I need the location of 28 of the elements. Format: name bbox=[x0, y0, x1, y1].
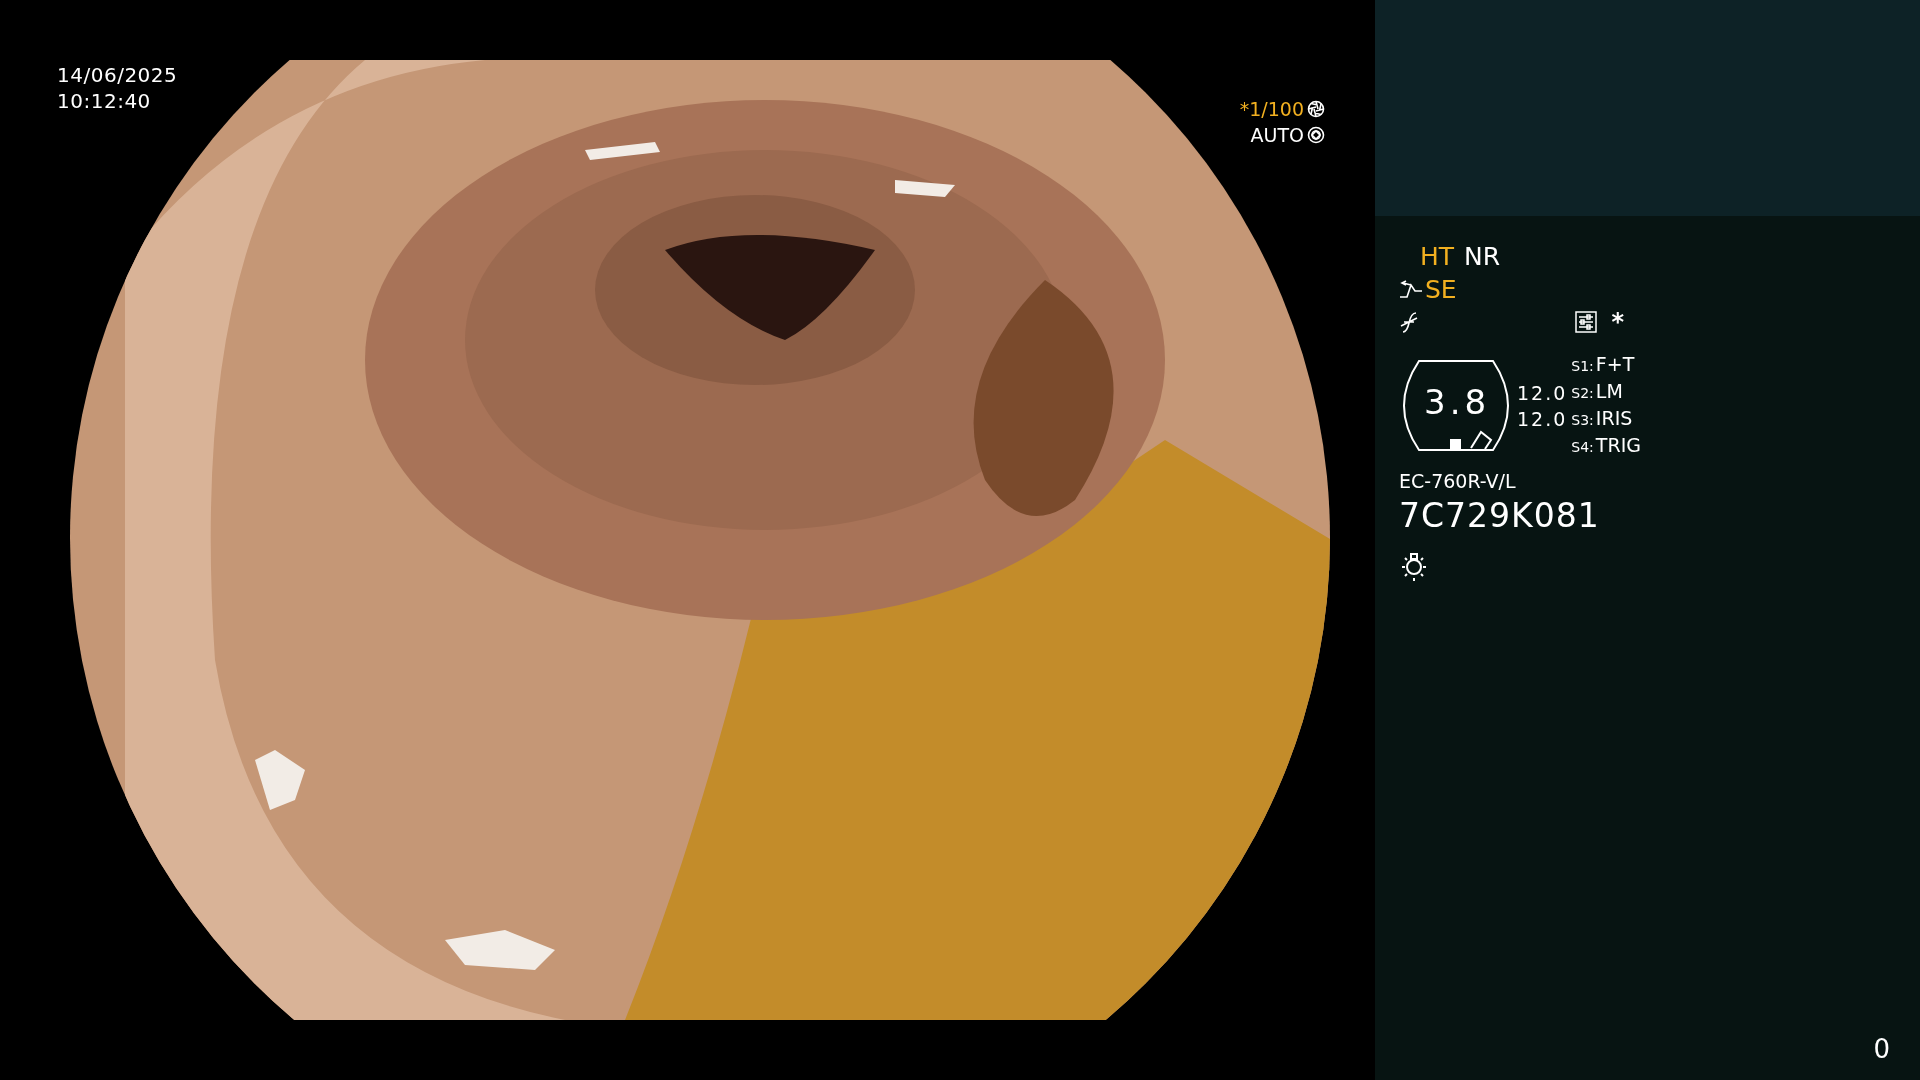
switch-function-text: TRIG bbox=[1595, 433, 1641, 458]
time-text: 10:12:40 bbox=[57, 88, 152, 114]
iris-icon bbox=[1307, 126, 1325, 144]
aperture-icon bbox=[1307, 100, 1325, 118]
gauge-reading-text: 3.8 bbox=[1424, 382, 1491, 422]
scope-model-text: EC-760R-V/L bbox=[1399, 470, 1517, 492]
serial-number-text: 7C729K081 bbox=[1399, 496, 1601, 535]
slashed-f-icon bbox=[1399, 311, 1419, 333]
switch-function-text: LM bbox=[1595, 379, 1623, 404]
switch-key-text: S3: bbox=[1571, 411, 1594, 430]
shutter-speed-text: *1/100 bbox=[1239, 98, 1304, 120]
counter-text: 0 bbox=[1873, 1034, 1890, 1064]
lamp-icon bbox=[1399, 551, 1429, 581]
switch-key-text: S4: bbox=[1571, 438, 1594, 457]
value-text: 12.0 bbox=[1517, 408, 1568, 430]
mode-label: NR bbox=[1464, 242, 1501, 271]
switch-function-text: F+T bbox=[1595, 352, 1635, 377]
sliders-icon bbox=[1575, 311, 1598, 333]
curve-arrow-icon bbox=[1399, 279, 1423, 300]
switch-key-text: S1: bbox=[1571, 357, 1594, 376]
iris-mode-text: AUTO bbox=[1250, 124, 1304, 146]
value-text: 12.0 bbox=[1517, 382, 1568, 404]
mode-label: SE bbox=[1425, 275, 1457, 304]
asterisk-text: * bbox=[1611, 308, 1624, 336]
switch-function-text: IRIS bbox=[1595, 406, 1633, 431]
switch-key-text: S2: bbox=[1571, 384, 1594, 403]
mode-label: HT bbox=[1420, 242, 1455, 271]
date-text: 14/06/2025 bbox=[57, 62, 178, 88]
